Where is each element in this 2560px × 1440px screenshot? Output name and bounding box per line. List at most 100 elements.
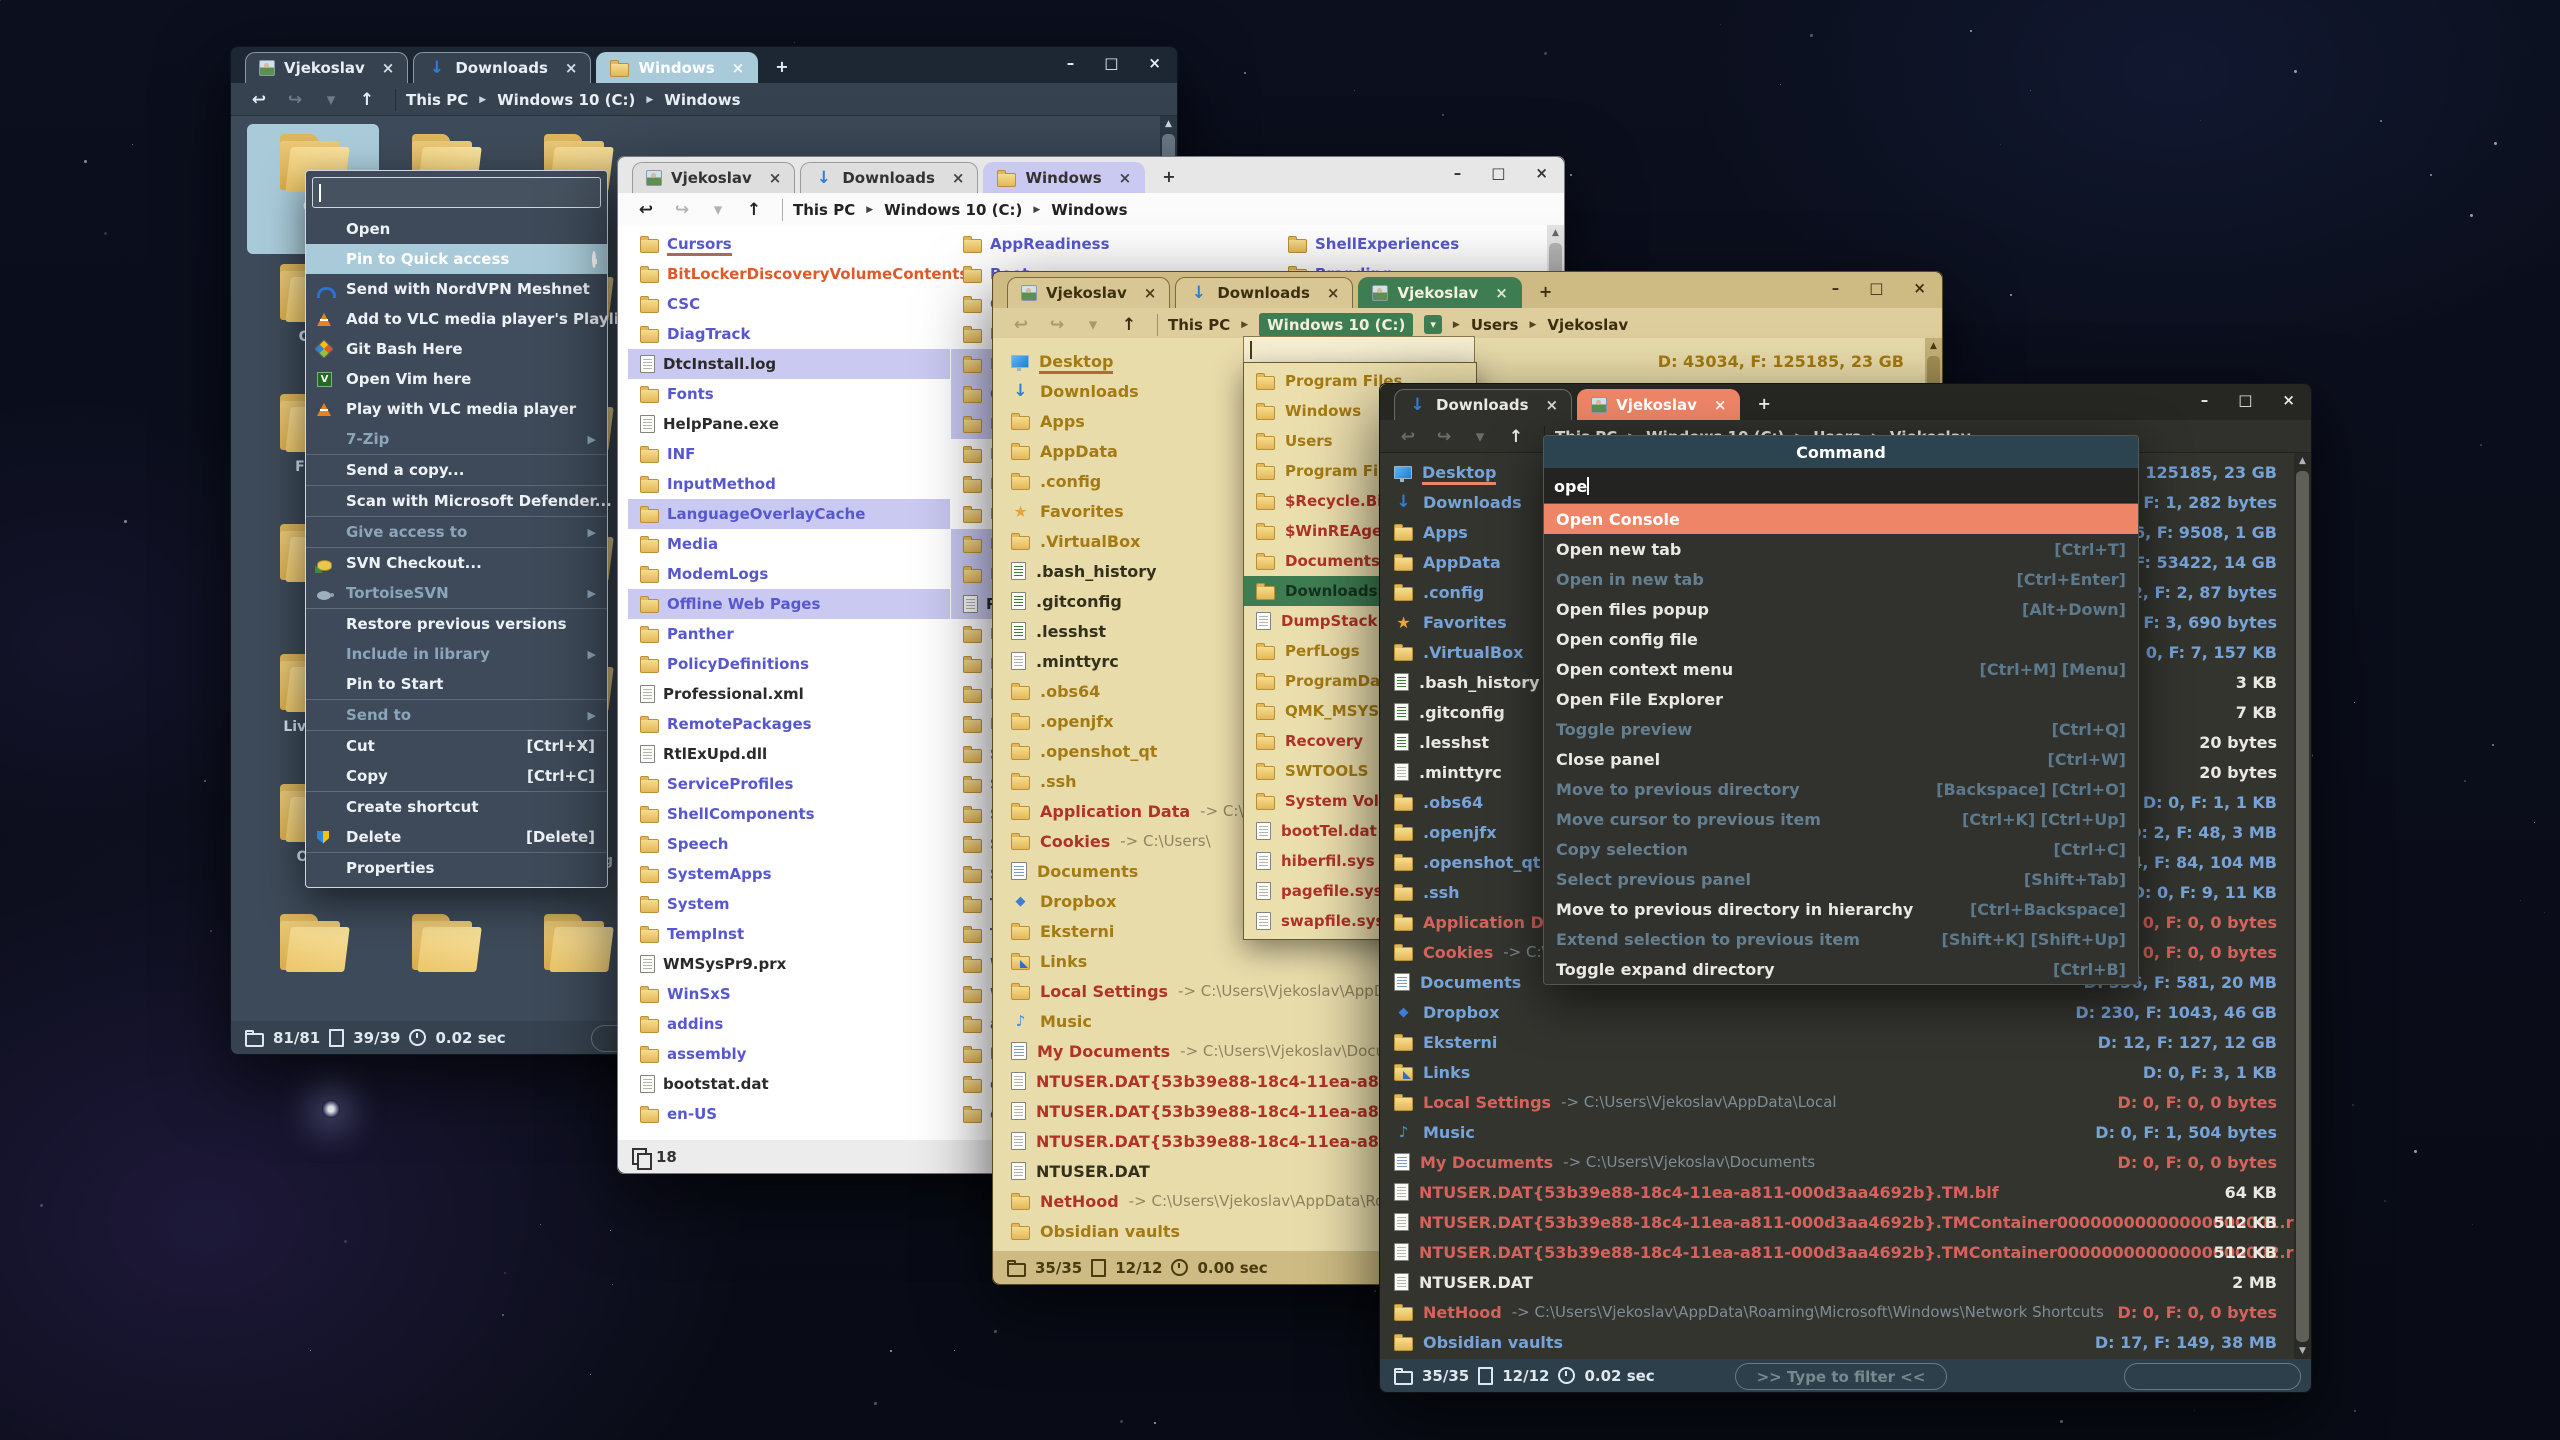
list-item[interactable]: NTUSER.DAT{53b39e88-18c4-11ea-a811-000d3… (1382, 1177, 2291, 1207)
back-button[interactable]: ↩ (241, 90, 277, 110)
context-menu-item[interactable]: Scan with Microsoft Defender... (306, 485, 607, 516)
list-item[interactable]: System (628, 889, 950, 919)
tab-close-icon[interactable]: × (1714, 396, 1727, 414)
palette-item[interactable]: Open context menu[Ctrl+M] [Menu] (1544, 654, 2138, 684)
palette-item[interactable]: Open new tab[Ctrl+T] (1544, 534, 2138, 564)
window-close-button[interactable]: × (1913, 279, 1926, 297)
filter-box-right[interactable] (2124, 1363, 2301, 1390)
scroll-thumb[interactable] (2296, 471, 2309, 1342)
history-dropdown-button[interactable]: ▾ (700, 200, 736, 220)
back-button[interactable]: ↩ (1390, 427, 1426, 447)
context-menu-item[interactable]: Pin to Start (306, 669, 607, 699)
titlebar[interactable]: ↓Downloads×Vjekoslav×+ –□× (1380, 384, 2311, 420)
list-item[interactable]: NTUSER.DAT{53b39e88-18c4-11ea-a811-000d3… (1382, 1207, 2291, 1237)
list-item[interactable]: bootstat.dat (628, 1069, 950, 1099)
breadcrumb-item[interactable]: This PC (1168, 316, 1230, 334)
list-item[interactable]: Media (628, 529, 950, 559)
titlebar[interactable]: Vjekoslav×↓Downloads×Windows×+ –□× (618, 157, 1564, 193)
forward-button[interactable]: ↪ (277, 90, 313, 110)
tab-downloads[interactable]: ↓Downloads× (413, 52, 591, 83)
list-item[interactable]: INF (628, 439, 950, 469)
scroll-up-icon[interactable]: ▲ (1547, 225, 1564, 242)
tab-close-icon[interactable]: × (1119, 169, 1132, 187)
window-minimize-button[interactable]: – (1067, 54, 1075, 72)
window-minimize-button[interactable]: – (2201, 391, 2209, 409)
list-item[interactable]: LanguageOverlayCache (628, 499, 950, 529)
history-dropdown-button[interactable]: ▾ (1462, 427, 1498, 447)
context-menu-item[interactable]: Cut[Ctrl+X] (306, 730, 607, 761)
back-button[interactable]: ↩ (628, 200, 664, 220)
list-item[interactable]: AppReadiness (951, 229, 1276, 259)
list-item[interactable]: Speech (628, 829, 950, 859)
list-item[interactable]: addins (628, 1009, 950, 1039)
list-item[interactable]: RemotePackages (628, 709, 950, 739)
breadcrumb-item[interactable]: Windows (664, 91, 740, 109)
tab-vjekoslav[interactable]: Vjekoslav× (1577, 389, 1740, 420)
palette-item[interactable]: Open Console (1544, 504, 2138, 534)
tab-close-icon[interactable]: × (769, 169, 782, 187)
list-item[interactable]: Fonts (628, 379, 950, 409)
list-item[interactable]: ShellExperiences (1276, 229, 1548, 259)
forward-button[interactable]: ↪ (1426, 427, 1462, 447)
window-maximize-button[interactable]: □ (1104, 54, 1118, 72)
context-menu-item[interactable]: Pin to Quick access (306, 244, 607, 274)
palette-item[interactable]: Open in new tab[Ctrl+Enter] (1544, 564, 2138, 594)
context-menu-item[interactable]: Open (306, 214, 607, 244)
list-item[interactable]: HelpPane.exe (628, 409, 950, 439)
titlebar[interactable]: Vjekoslav×↓Downloads×Vjekoslav×+ –□× (993, 272, 1942, 308)
palette-item[interactable]: Open config file (1544, 624, 2138, 654)
history-dropdown-button[interactable]: ▾ (1075, 315, 1111, 335)
list-item[interactable]: Professional.xml (628, 679, 950, 709)
list-item[interactable]: ShellComponents (628, 799, 950, 829)
grid-item[interactable] (379, 904, 511, 1021)
breadcrumb-item[interactable]: This PC (793, 201, 855, 219)
context-menu-item[interactable]: Send to▶ (306, 699, 607, 730)
tab-downloads[interactable]: ↓Downloads× (1175, 277, 1353, 308)
list-item[interactable]: assembly (628, 1039, 950, 1069)
list-item[interactable]: ModemLogs (628, 559, 950, 589)
palette-item[interactable]: Toggle preview[Ctrl+Q] (1544, 714, 2138, 744)
back-button[interactable]: ↩ (1003, 315, 1039, 335)
tab-close-icon[interactable]: × (1546, 396, 1559, 414)
list-item[interactable]: ♪MusicD: 0, F: 1, 504 bytes (1382, 1117, 2291, 1147)
tab-close-icon[interactable]: × (952, 169, 965, 187)
list-item[interactable]: DtcInstall.log (628, 349, 950, 379)
tab-downloads[interactable]: ↓Downloads× (800, 162, 978, 193)
list-item[interactable]: WMSysPr9.prx (628, 949, 950, 979)
new-tab-button[interactable]: + (775, 57, 788, 76)
path-edit-input[interactable] (1243, 336, 1475, 364)
context-menu-item[interactable]: Play with VLC media player (306, 394, 607, 424)
tab-vjekoslav[interactable]: Vjekoslav× (632, 162, 795, 193)
list-item[interactable]: LinksD: 0, F: 3, 1 KB (1382, 1057, 2291, 1087)
context-menu-item[interactable]: SVN Checkout... (306, 547, 607, 578)
breadcrumb-item[interactable]: Windows 10 (C:) (884, 201, 1022, 219)
palette-item[interactable]: Move to previous directory[Backspace] [C… (1544, 774, 2138, 804)
list-item[interactable]: en-US (628, 1099, 950, 1129)
breadcrumb-dropdown-icon[interactable]: ▾ (1424, 315, 1442, 334)
window-minimize-button[interactable]: – (1832, 279, 1840, 297)
context-menu-item[interactable]: Send a copy... (306, 454, 607, 485)
breadcrumb-item[interactable]: Users (1471, 316, 1519, 334)
palette-item[interactable]: Copy selection[Ctrl+C] (1544, 834, 2138, 864)
context-menu-item[interactable]: Create shortcut (306, 791, 607, 822)
list-item[interactable]: TempInst (628, 919, 950, 949)
list-item[interactable]: My Documents-> C:\Users\Vjekoslav\Docume… (1382, 1147, 2291, 1177)
window-close-button[interactable]: × (1148, 54, 1161, 72)
breadcrumb-item[interactable]: This PC (406, 91, 468, 109)
palette-item[interactable]: Open File Explorer (1544, 684, 2138, 714)
list-item[interactable]: SystemApps (628, 859, 950, 889)
palette-item[interactable]: Move to previous directory in hierarchy[… (1544, 894, 2138, 924)
context-menu-item[interactable]: Add to VLC media player's Playlist (306, 304, 607, 334)
window-maximize-button[interactable]: □ (1869, 279, 1883, 297)
context-menu-item[interactable]: Delete[Delete] (306, 822, 607, 852)
window-close-button[interactable]: × (1535, 164, 1548, 182)
palette-item[interactable]: Move cursor to previous item[Ctrl+K] [Ct… (1544, 804, 2138, 834)
scroll-up-icon[interactable]: ▲ (2294, 453, 2311, 470)
tab-vjekoslav[interactable]: Vjekoslav× (245, 52, 408, 83)
tab-vjekoslav[interactable]: Vjekoslav× (1358, 277, 1521, 308)
scrollbar[interactable]: ▲ ▼ (2294, 453, 2311, 1360)
grid-item[interactable] (247, 904, 379, 1021)
breadcrumb-item[interactable]: Vjekoslav (1547, 316, 1628, 334)
list-item[interactable]: ServiceProfiles (628, 769, 950, 799)
palette-item[interactable]: Extend selection to previous item[Shift+… (1544, 924, 2138, 954)
